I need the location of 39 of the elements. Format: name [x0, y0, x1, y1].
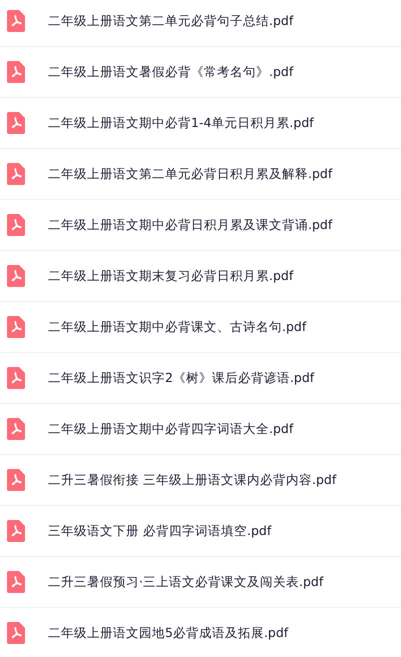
file-name: 二年级上册语文期中必背1-4单元日积月累.pdf: [48, 114, 314, 132]
file-name: 二年级上册语文期末复习必背日积月累.pdf: [48, 268, 294, 284]
file-name: 三年级语文下册 必背四字词语填空.pdf: [48, 522, 272, 540]
pdf-file-icon: [7, 214, 25, 236]
file-list-item[interactable]: 二年级上册语文识字2《树》课后必背谚语.pdf: [0, 353, 401, 404]
pdf-file-icon: [7, 367, 25, 389]
file-list-item[interactable]: 二年级上册语文期末复习必背日积月累.pdf: [0, 251, 401, 302]
pdf-file-icon: [7, 520, 25, 542]
pdf-file-icon: [7, 61, 25, 83]
file-name: 二年级上册语文期中必背课文、古诗名句.pdf: [48, 318, 306, 336]
file-name: 二年级上册语文暑假必背《常考名句》.pdf: [48, 64, 294, 80]
file-list-item[interactable]: 二升三暑假衔接 三年级上册语文课内必背内容.pdf: [0, 455, 401, 506]
file-list-item[interactable]: 二年级上册语文期中必背日积月累及课文背诵.pdf: [0, 200, 401, 251]
file-list-item[interactable]: 二年级上册语文第二单元必背句子总结.pdf: [0, 0, 401, 47]
file-list-item[interactable]: 二年级上册语文期中必背1-4单元日积月累.pdf: [0, 98, 401, 149]
pdf-file-icon: [7, 10, 25, 32]
pdf-file-icon: [7, 163, 25, 185]
file-list-item[interactable]: 二年级上册语文期中必背课文、古诗名句.pdf: [0, 302, 401, 353]
pdf-file-icon: [7, 418, 25, 440]
file-name: 二升三暑假衔接 三年级上册语文课内必背内容.pdf: [48, 472, 336, 488]
file-name: 二升三暑假预习·三上语文必背课文及闯关表.pdf: [48, 574, 324, 590]
file-list-item[interactable]: 二年级上册语文期中必背四字词语大全.pdf: [0, 404, 401, 455]
file-list-item[interactable]: 二年级上册语文第二单元必背日积月累及解释.pdf: [0, 149, 401, 200]
file-name: 二年级上册语文期中必背日积月累及课文背诵.pdf: [48, 216, 332, 234]
file-list-item[interactable]: 二年级上册语文暑假必背《常考名句》.pdf: [0, 47, 401, 98]
file-name: 二年级上册语文第二单元必背日积月累及解释.pdf: [48, 166, 332, 182]
file-list-item[interactable]: 二年级上册语文园地5必背成语及拓展.pdf: [0, 608, 401, 657]
pdf-file-icon: [7, 265, 25, 287]
pdf-file-icon: [7, 112, 25, 134]
file-name: 二年级上册语文园地5必背成语及拓展.pdf: [48, 624, 288, 642]
pdf-file-icon: [7, 622, 25, 644]
pdf-file-icon: [7, 571, 25, 593]
file-list-item[interactable]: 二升三暑假预习·三上语文必背课文及闯关表.pdf: [0, 557, 401, 608]
file-name: 二年级上册语文期中必背四字词语大全.pdf: [48, 420, 294, 438]
file-name: 二年级上册语文第二单元必背句子总结.pdf: [48, 12, 294, 30]
pdf-file-icon: [7, 316, 25, 338]
file-list-item[interactable]: 三年级语文下册 必背四字词语填空.pdf: [0, 506, 401, 557]
pdf-file-icon: [7, 469, 25, 491]
file-name: 二年级上册语文识字2《树》课后必背谚语.pdf: [48, 370, 314, 386]
